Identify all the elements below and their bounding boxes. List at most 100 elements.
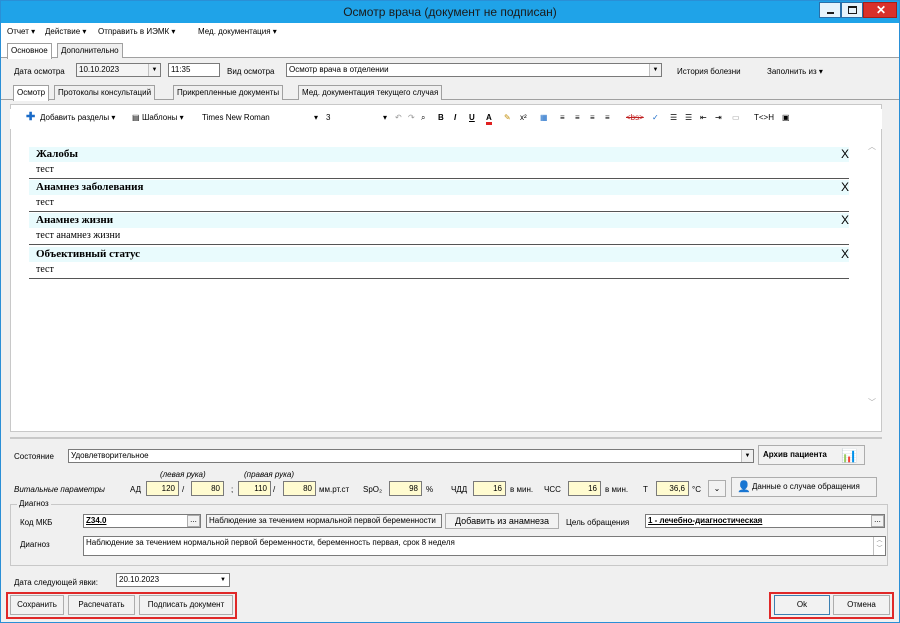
bullet-list-icon[interactable]: ☰ <box>685 113 692 122</box>
remove-section-button[interactable]: X <box>841 247 849 262</box>
splitter[interactable] <box>10 437 882 439</box>
scroll-down-icon[interactable]: ﹀ <box>868 397 876 408</box>
chevron-down-icon[interactable]: ▼ <box>217 574 229 586</box>
section-text[interactable]: тест <box>36 197 54 208</box>
tch-button[interactable]: T<>H <box>754 113 774 122</box>
case-data-button[interactable]: 👤 Данные о случае обращения <box>731 477 877 497</box>
archive-button[interactable]: Архив пациента 📊 <box>758 445 865 465</box>
scroll-up-icon[interactable]: ︿ <box>868 141 876 152</box>
history-link[interactable]: История болезни <box>677 67 741 76</box>
chevron-down-icon[interactable]: ▾ <box>383 113 387 122</box>
fill-from-menu[interactable]: Заполнить из ▾ <box>767 67 823 76</box>
print-button[interactable]: Распечатать <box>68 595 135 615</box>
rr-unit: в мин. <box>510 485 534 494</box>
justify-icon[interactable]: ≡ <box>605 113 610 122</box>
left-systolic-input[interactable]: 120 <box>146 481 179 496</box>
semicolon-separator: ; <box>231 485 234 494</box>
exam-type-select[interactable]: Осмотр врача в отделении ▼ <box>286 63 662 77</box>
align-left-icon[interactable]: ≡ <box>560 113 565 122</box>
section-text[interactable]: тест <box>36 164 54 175</box>
align-right-icon[interactable]: ≡ <box>590 113 595 122</box>
tab-exam[interactable]: Осмотр <box>13 85 50 101</box>
time-field[interactable]: 11:35 <box>168 63 220 77</box>
find-icon[interactable]: ⌕ <box>421 113 425 123</box>
person-icon: 👤 <box>737 481 751 493</box>
font-select[interactable]: Times New Roman <box>202 113 270 122</box>
mkb-browse-button[interactable]: ... <box>187 515 200 527</box>
close-button[interactable]: ✕ <box>863 2 897 18</box>
font-color-icon[interactable]: A <box>486 113 492 125</box>
menu-med-docs[interactable]: Мед. документация ▾ <box>198 27 277 36</box>
remove-section-button[interactable]: X <box>841 213 849 228</box>
size-select[interactable]: 3 <box>326 113 330 122</box>
add-from-anamnesis-button[interactable]: Добавить из анамнеза <box>445 513 559 529</box>
archive-button-label: Архив пациента <box>763 450 827 459</box>
numbered-list-icon[interactable]: ☰ <box>670 113 677 122</box>
indent-icon[interactable]: ⇥ <box>715 113 722 122</box>
section-text[interactable]: тест <box>36 264 54 275</box>
next-visit-date-field[interactable]: 20.10.2023 ▼ <box>116 573 230 587</box>
menu-action[interactable]: Действие ▾ <box>45 27 86 36</box>
section-divider <box>29 178 849 179</box>
state-select[interactable]: Удовлетворительное ▼ <box>68 449 754 463</box>
diagnosis-scrollbar[interactable]: ︿ ﹀ <box>873 537 885 555</box>
diagnosis-textarea[interactable]: Наблюдение за течением нормальной первой… <box>83 536 886 556</box>
add-sections-button[interactable]: Добавить разделы ▾ <box>40 113 115 122</box>
highlight-icon[interactable]: ✎ <box>504 113 511 122</box>
cancel-button[interactable]: Отмена <box>833 595 890 615</box>
minimize-button[interactable] <box>819 2 841 18</box>
remove-section-button[interactable]: X <box>841 180 849 195</box>
redo-icon[interactable]: ↷ <box>408 113 415 122</box>
menu-send-iemk[interactable]: Отправить в ИЭМК ▾ <box>98 27 175 36</box>
underline-icon[interactable]: U <box>469 113 475 122</box>
tab-attached-docs[interactable]: Прикрепленные документы <box>173 85 284 100</box>
remove-section-button[interactable]: X <box>841 147 849 162</box>
spellcheck-icon[interactable]: ✓ <box>652 113 659 122</box>
menu-report[interactable]: Отчет ▾ <box>7 27 35 36</box>
insert-icon[interactable]: ▭ <box>732 113 740 122</box>
section-title: Анамнез заболевания <box>36 181 144 193</box>
bp-label: АД <box>130 485 142 494</box>
italic-icon[interactable]: I <box>454 113 456 122</box>
tab-additional[interactable]: Дополнительно <box>57 43 123 58</box>
bold-icon[interactable]: B <box>438 113 444 122</box>
vitals-expand-button[interactable]: ⌄ <box>708 480 726 497</box>
outdent-icon[interactable]: ⇤ <box>700 113 707 122</box>
case-data-label: Данные о случае обращения <box>752 482 860 491</box>
tab-main[interactable]: Основное <box>7 43 52 59</box>
maximize-button[interactable] <box>841 2 863 18</box>
tab-consultations[interactable]: Протоколы консультаций <box>54 85 156 100</box>
chevron-down-icon[interactable]: ▾ <box>314 113 318 122</box>
ok-button[interactable]: Ok <box>774 595 830 615</box>
purpose-browse-button[interactable]: ... <box>871 515 884 527</box>
spo2-input[interactable]: 98 <box>389 481 422 496</box>
chevron-down-icon[interactable]: ▼ <box>741 450 753 462</box>
templates-button[interactable]: Шаблоны ▾ <box>142 113 184 122</box>
mkb-code-field[interactable]: Z34.0 <box>83 514 201 528</box>
left-diastolic-input[interactable]: 80 <box>191 481 224 496</box>
sign-document-button[interactable]: Подписать документ <box>139 595 233 615</box>
date-field[interactable]: 10.10.2023 ▼ <box>76 63 161 77</box>
temp-input[interactable]: 36,6 <box>656 481 689 496</box>
section-text[interactable]: тест анамнез жизни <box>36 230 120 241</box>
hr-input[interactable]: 16 <box>568 481 601 496</box>
superscript-icon[interactable]: x² <box>520 113 527 122</box>
chevron-down-icon[interactable]: ▼ <box>148 64 160 76</box>
strike-button[interactable]: <bs> <box>626 113 644 122</box>
right-diastolic-input[interactable]: 80 <box>283 481 316 496</box>
section-title: Жалобы <box>36 148 78 160</box>
save-button[interactable]: Сохранить <box>10 595 64 615</box>
editor-scrollbar[interactable]: ︿ ﹀ <box>866 141 880 411</box>
mkb-name-field: Наблюдение за течением нормальной первой… <box>206 514 442 528</box>
right-systolic-input[interactable]: 110 <box>238 481 271 496</box>
table-icon[interactable]: ▦ <box>540 113 548 122</box>
rr-input[interactable]: 16 <box>473 481 506 496</box>
undo-icon[interactable]: ↶ <box>395 113 402 122</box>
temp-unit: °С <box>692 485 701 494</box>
chevron-down-icon[interactable]: ▼ <box>649 64 661 76</box>
clipboard-icon[interactable]: ▣ <box>782 113 790 122</box>
purpose-field[interactable]: 1 - лечебно-диагностическая <box>645 514 885 528</box>
diagnosis-text-label: Диагноз <box>20 540 50 549</box>
tab-case-docs[interactable]: Мед. документация текущего случая <box>298 85 443 100</box>
align-center-icon[interactable]: ≡ <box>575 113 580 122</box>
